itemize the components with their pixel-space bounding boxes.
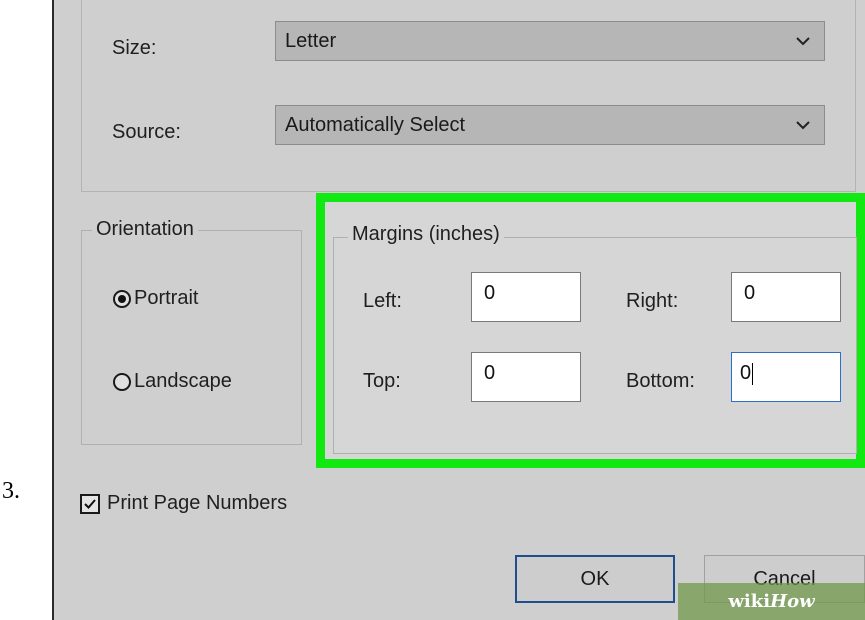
top-margin-value: 0 bbox=[484, 362, 496, 384]
left-margin-input[interactable]: 0 bbox=[471, 272, 581, 322]
margins-highlight: Margins (inches) Left: 0 Right: 0 Top: 0… bbox=[316, 193, 865, 468]
ok-button[interactable]: OK bbox=[515, 555, 675, 603]
left-margin-label: Left: bbox=[363, 290, 402, 312]
text-caret bbox=[752, 362, 754, 385]
landscape-radio-button[interactable] bbox=[113, 373, 131, 391]
right-margin-value: 0 bbox=[744, 282, 756, 304]
checkbox-box[interactable] bbox=[80, 494, 100, 514]
right-margin-label: Right: bbox=[626, 290, 679, 312]
size-value: Letter bbox=[285, 30, 337, 52]
watermark-how: How bbox=[770, 591, 815, 612]
orientation-group: Orientation Portrait Landscape bbox=[81, 218, 302, 445]
paper-group: Size: Letter Source: Automatically Selec… bbox=[81, 0, 856, 192]
size-dropdown[interactable]: Letter bbox=[275, 21, 825, 61]
source-dropdown[interactable]: Automatically Select bbox=[275, 105, 825, 145]
page-setup-dialog: Size: Letter Source: Automatically Selec… bbox=[54, 0, 865, 620]
portrait-radio-button[interactable] bbox=[113, 290, 131, 308]
left-margin-value: 0 bbox=[484, 282, 496, 304]
margins-group: Margins (inches) Left: 0 Right: 0 Top: 0… bbox=[333, 223, 857, 454]
size-label: Size: bbox=[112, 37, 157, 59]
chevron-down-icon bbox=[796, 121, 810, 130]
bottom-margin-value: 0 bbox=[740, 362, 752, 384]
wikihow-watermark: wikiHow bbox=[678, 583, 865, 620]
source-label: Source: bbox=[112, 121, 181, 143]
step-number: 3. bbox=[2, 478, 20, 504]
checkmark-icon bbox=[84, 499, 96, 509]
right-margin-input[interactable]: 0 bbox=[731, 272, 841, 322]
bottom-margin-input[interactable]: 0 bbox=[731, 352, 841, 402]
margins-title: Margins (inches) bbox=[348, 223, 504, 246]
top-margin-label: Top: bbox=[363, 370, 401, 392]
landscape-label: Landscape bbox=[134, 370, 232, 392]
top-margin-input[interactable]: 0 bbox=[471, 352, 581, 402]
orientation-title: Orientation bbox=[92, 218, 198, 241]
chevron-down-icon bbox=[796, 37, 810, 46]
radio-selected-dot bbox=[118, 295, 126, 303]
watermark-wiki: wiki bbox=[728, 591, 771, 612]
print-page-numbers-label: Print Page Numbers bbox=[107, 492, 288, 514]
source-value: Automatically Select bbox=[285, 114, 466, 136]
portrait-label: Portrait bbox=[134, 287, 199, 309]
bottom-margin-label: Bottom: bbox=[626, 370, 695, 392]
